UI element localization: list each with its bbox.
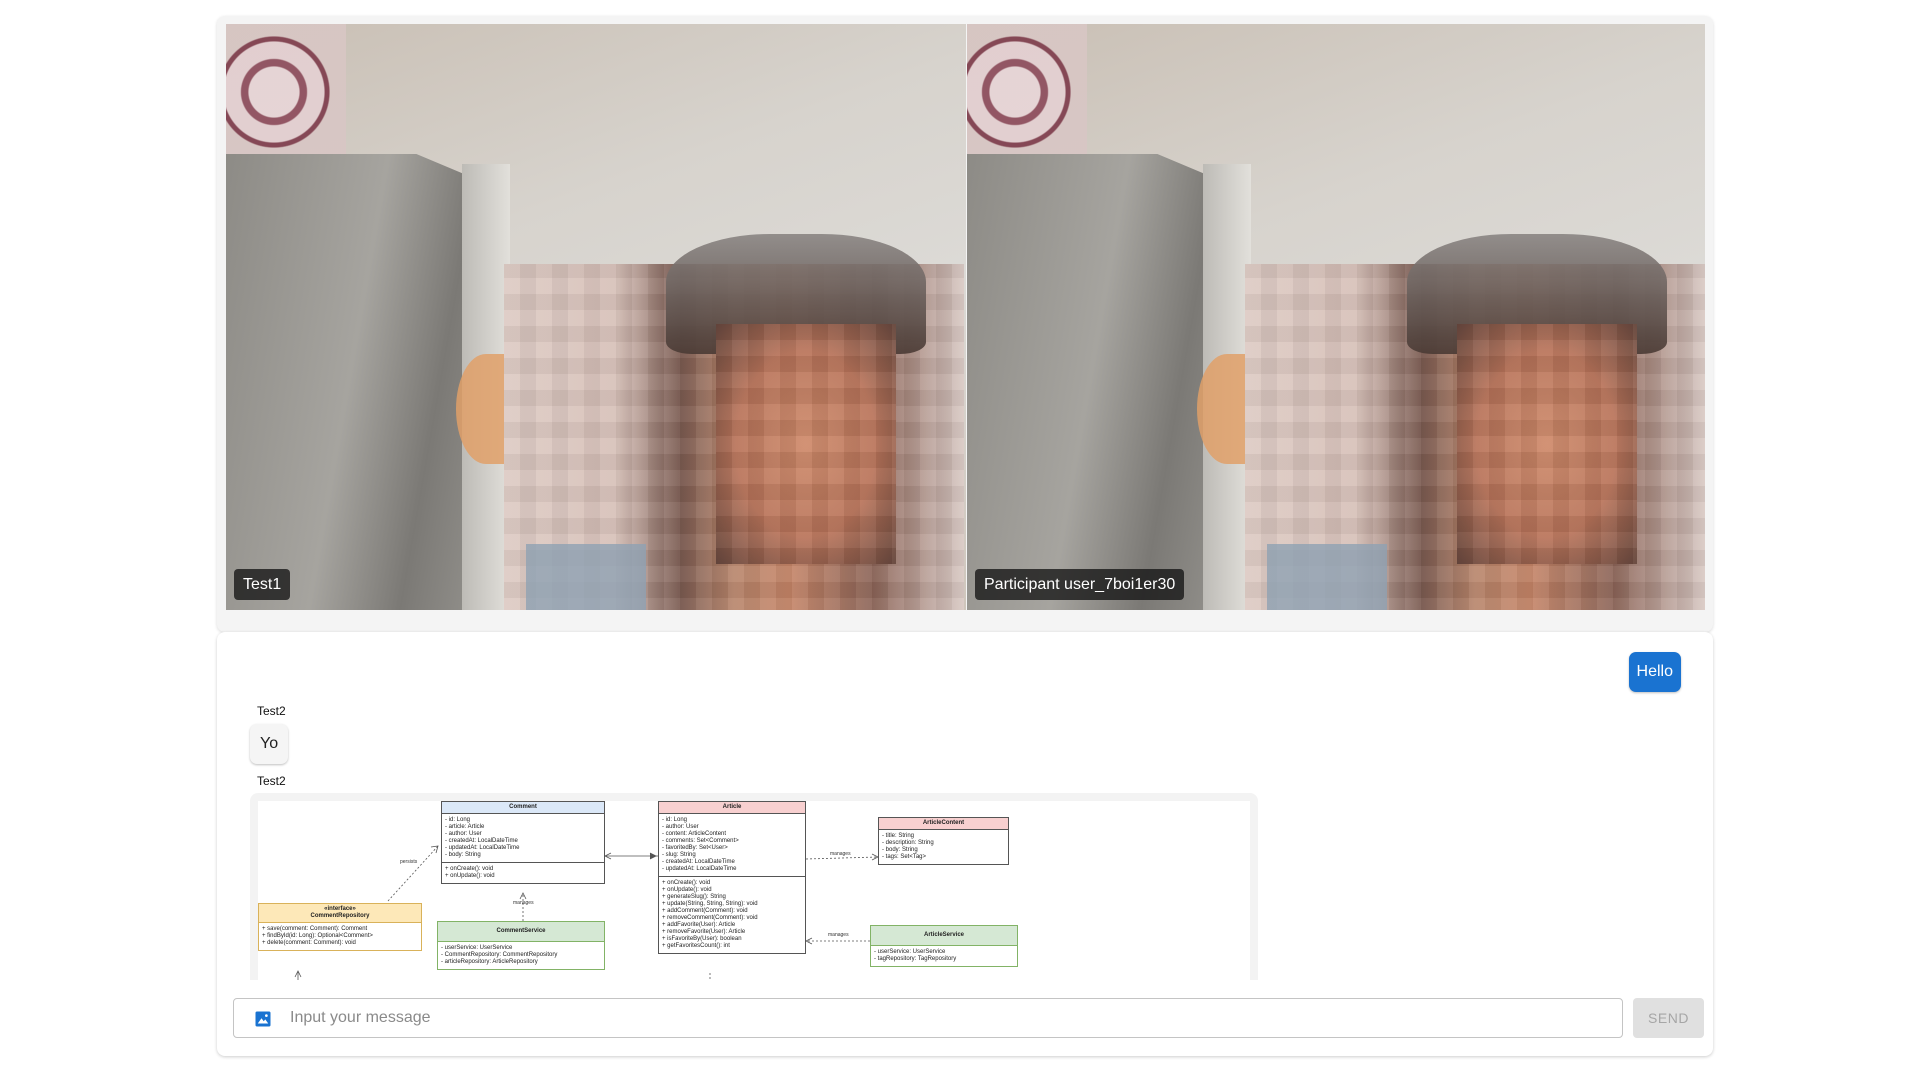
image-upload-icon[interactable] xyxy=(254,1010,272,1028)
uml-relation-label: manages xyxy=(830,851,851,857)
message-list[interactable]: Hello Test2 Yo Test2 Comment - id: Long … xyxy=(217,632,1713,980)
participant-name-tag: Participant user_7boi1er30 xyxy=(975,569,1185,600)
video-tile-local[interactable]: Test1 xyxy=(226,24,966,610)
video-panel: Test1 Participant user_7boi1er30 xyxy=(217,16,1713,632)
uml-connectors xyxy=(294,845,879,980)
message-input-container xyxy=(233,998,1623,1038)
message-sender: Test2 xyxy=(257,774,286,788)
uml-relation-label: persists xyxy=(400,859,418,865)
send-button[interactable]: SEND xyxy=(1633,998,1704,1038)
uml-relation-label: manages xyxy=(513,900,534,906)
video-feed xyxy=(226,24,966,610)
image-message[interactable]: Comment - id: Long - article: Article - … xyxy=(250,793,1258,980)
incoming-message: Yo xyxy=(250,724,289,764)
outgoing-message: Hello xyxy=(1628,652,1681,692)
video-feed xyxy=(967,24,1705,610)
message-input[interactable] xyxy=(288,999,1608,1037)
uml-diagram-image: Comment - id: Long - article: Article - … xyxy=(258,801,1250,980)
participant-name-tag: Test1 xyxy=(234,569,291,600)
message-sender: Test2 xyxy=(257,704,286,718)
video-tile-remote[interactable]: Participant user_7boi1er30 xyxy=(967,24,1705,610)
uml-relation-label: manages xyxy=(828,932,849,938)
chat-panel: Hello Test2 Yo Test2 Comment - id: Long … xyxy=(217,632,1713,1056)
